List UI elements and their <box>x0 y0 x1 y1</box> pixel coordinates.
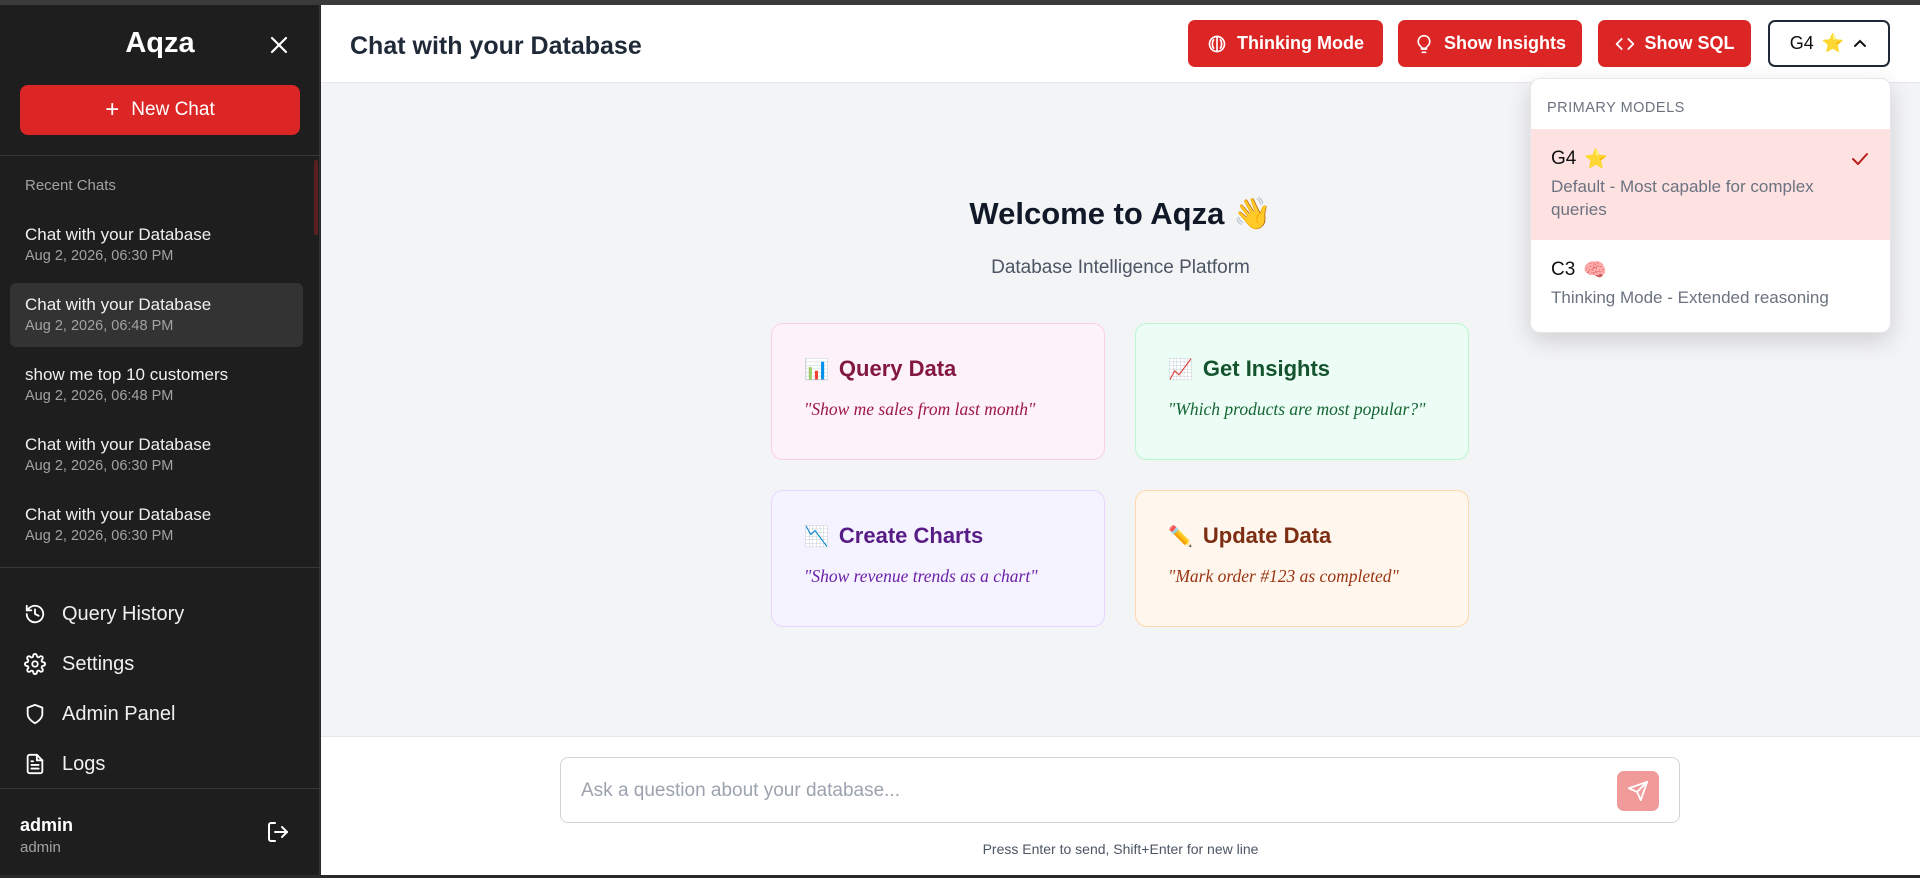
nav-item-admin-panel[interactable]: Admin Panel <box>24 689 304 739</box>
user-info: admin admin <box>20 815 73 856</box>
suggestion-card-create-charts[interactable]: 📉 Create Charts "Show revenue trends as a… <box>771 490 1105 627</box>
new-chat-button[interactable]: + New Chat <box>20 85 300 135</box>
chat-date: Aug 2, 2026, 06:48 PM <box>25 388 174 404</box>
chat-title: Chat with your Database <box>25 295 212 314</box>
chat-date: Aug 2, 2026, 06:30 PM <box>25 458 174 474</box>
history-icon <box>25 604 45 624</box>
user-role: admin <box>20 839 61 856</box>
file-text-icon <box>26 753 44 775</box>
chat-list-item[interactable]: show me top 10 customers Aug 2, 2026, 06… <box>10 353 303 417</box>
show-sql-label: Show SQL <box>1644 33 1735 53</box>
trend-up-icon: 📈 <box>1168 357 1193 381</box>
chat-list: Chat with your Database Aug 2, 2026, 06:… <box>10 213 303 563</box>
trend-down-icon: 📉 <box>804 524 829 548</box>
send-icon <box>1627 780 1649 802</box>
star-icon: ⭐ <box>1821 33 1845 54</box>
sidebar-nav: Query History Settings Admin Panel Logs <box>24 589 304 789</box>
model-option-g4[interactable]: G4 ⭐ Default - Most capable for complex … <box>1531 129 1890 240</box>
chat-title: show me top 10 customers <box>25 365 229 384</box>
nav-item-settings[interactable]: Settings <box>24 639 304 689</box>
chat-title: Chat with your Database <box>25 225 212 244</box>
model-dropdown: PRIMARY MODELS G4 ⭐ Default - Most capab… <box>1530 78 1891 333</box>
suggestion-card-get-insights[interactable]: 📈 Get Insights "Which products are most p… <box>1135 323 1469 460</box>
nav-label: Admin Panel <box>62 702 176 725</box>
brain-icon <box>1208 35 1226 52</box>
nav-item-query-history[interactable]: Query History <box>24 589 304 639</box>
check-icon <box>1852 153 1868 165</box>
divider <box>0 788 320 789</box>
chat-list-item[interactable]: Chat with your Database Aug 2, 2026, 06:… <box>10 213 303 277</box>
pencil-icon: ✏️ <box>1168 524 1193 548</box>
chat-input-container <box>560 757 1680 823</box>
card-example: "Mark order #123 as completed" <box>1168 566 1399 586</box>
show-sql-button[interactable]: Show SQL <box>1598 20 1751 67</box>
close-icon <box>270 36 288 54</box>
model-name: G4 <box>1551 147 1577 169</box>
star-icon: ⭐ <box>1584 148 1609 170</box>
model-name: C3 <box>1551 258 1576 280</box>
sidebar: Aqza + New Chat Recent Chats Chat with y… <box>0 5 320 875</box>
chat-list-scrollbar[interactable] <box>314 160 318 235</box>
chat-date: Aug 2, 2026, 06:30 PM <box>25 248 174 264</box>
card-example: "Which products are most popular?" <box>1168 399 1426 419</box>
nav-label: Query History <box>62 602 185 625</box>
card-title: Query Data <box>838 356 957 381</box>
model-option-c3[interactable]: C3 🧠 Thinking Mode - Extended reasoning <box>1531 240 1890 332</box>
chat-list-item-active[interactable]: Chat with your Database Aug 2, 2026, 06:… <box>10 283 303 347</box>
chat-date: Aug 2, 2026, 06:30 PM <box>25 528 174 544</box>
card-title: Update Data <box>1202 523 1332 548</box>
shield-icon <box>26 703 44 725</box>
suggestion-card-query-data[interactable]: 📊 Query Data "Show me sales from last mon… <box>771 323 1105 460</box>
gear-icon <box>24 653 46 675</box>
model-selector-button[interactable]: G4 ⭐ <box>1768 20 1890 67</box>
lightbulb-icon <box>1417 34 1431 53</box>
divider <box>0 567 320 568</box>
show-insights-label: Show Insights <box>1443 33 1566 53</box>
model-description: Default - Most capable for complex queri… <box>1551 177 1814 219</box>
wave-icon: 👋 <box>1232 196 1272 232</box>
recent-chats-heading: Recent Chats <box>25 177 116 194</box>
close-sidebar-button[interactable] <box>265 31 293 59</box>
bar-chart-icon: 📊 <box>804 357 829 381</box>
logout-button[interactable] <box>266 820 292 846</box>
dropdown-heading: PRIMARY MODELS <box>1547 100 1685 116</box>
new-chat-label: New Chat <box>131 99 215 120</box>
chat-title: Chat with your Database <box>25 505 212 524</box>
thinking-mode-button[interactable]: Thinking Mode <box>1188 20 1383 67</box>
chat-list-item[interactable]: Chat with your Database Aug 2, 2026, 06:… <box>10 493 303 557</box>
thinking-mode-label: Thinking Mode <box>1237 33 1364 53</box>
divider <box>0 155 320 156</box>
nav-label: Logs <box>62 752 106 775</box>
nav-label: Settings <box>62 652 135 675</box>
code-icon <box>1615 37 1634 50</box>
chevron-up-icon <box>1854 39 1867 47</box>
plus-icon: + <box>105 96 120 123</box>
suggestion-card-update-data[interactable]: ✏️ Update Data "Mark order #123 as comple… <box>1135 490 1469 627</box>
user-name: admin <box>20 815 74 835</box>
nav-item-logs[interactable]: Logs <box>24 739 304 789</box>
chat-date: Aug 2, 2026, 06:48 PM <box>25 318 174 334</box>
header: Chat with your Database Thinking Mode Sh… <box>321 5 1920 83</box>
model-description: Thinking Mode - Extended reasoning <box>1551 288 1829 307</box>
logout-icon <box>268 822 288 842</box>
page-title: Chat with your Database <box>350 32 642 60</box>
brain-icon: 🧠 <box>1583 259 1607 281</box>
show-insights-button[interactable]: Show Insights <box>1398 20 1582 67</box>
chat-title: Chat with your Database <box>25 435 212 454</box>
composer-hint: Press Enter to send, Shift+Enter for new… <box>982 841 1259 857</box>
model-selected-label: G4 <box>1789 33 1814 53</box>
chat-input[interactable] <box>581 776 1601 806</box>
chat-list-item[interactable]: Chat with your Database Aug 2, 2026, 06:… <box>10 423 303 487</box>
card-example: "Show revenue trends as a chart" <box>804 566 1038 586</box>
card-title: Create Charts <box>838 523 984 548</box>
card-example: "Show me sales from last month" <box>804 399 1036 419</box>
card-title: Get Insights <box>1202 356 1331 381</box>
welcome-title: Welcome to Aqza <box>969 196 1225 231</box>
composer: Press Enter to send, Shift+Enter for new… <box>321 736 1920 875</box>
send-button[interactable] <box>1617 771 1659 811</box>
